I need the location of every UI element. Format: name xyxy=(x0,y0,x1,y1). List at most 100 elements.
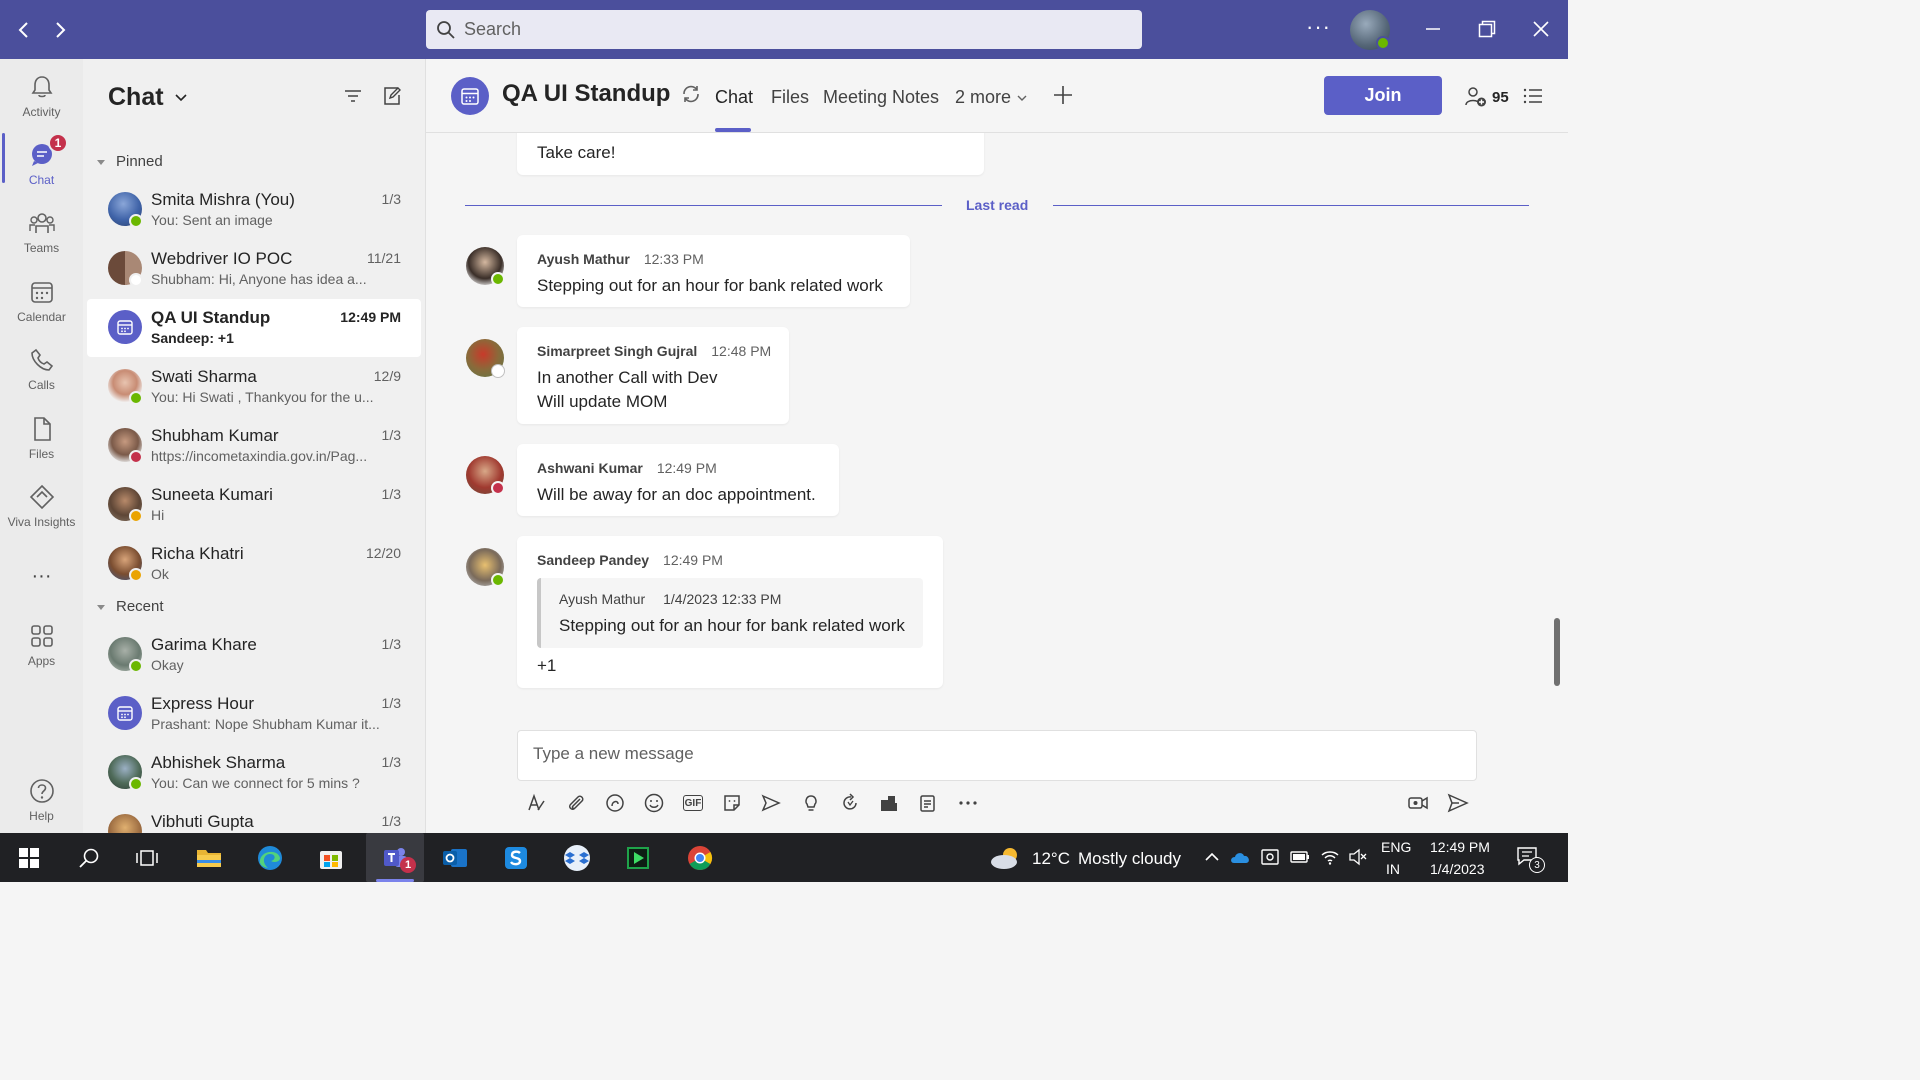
schedule-meeting-button[interactable] xyxy=(760,792,782,814)
chat-list-item[interactable]: Webdriver IO POC Shubham: Hi, Anyone has… xyxy=(87,240,421,298)
chat-preview: You: Hi Swati , Thankyou for the u... xyxy=(151,389,374,405)
weather-description[interactable]: Mostly cloudy xyxy=(1078,849,1181,869)
tab-meeting-notes[interactable]: Meeting Notes xyxy=(823,87,939,108)
minimize-icon xyxy=(1426,28,1440,30)
forms-button[interactable] xyxy=(917,792,939,814)
search-input[interactable] xyxy=(464,19,1104,40)
clock-date[interactable]: 1/4/2023 xyxy=(1430,861,1485,877)
microsoft-store-app[interactable] xyxy=(314,841,348,875)
file-explorer-app[interactable] xyxy=(192,841,226,875)
gif-button[interactable]: GIF xyxy=(683,795,703,811)
outlook-app[interactable] xyxy=(438,841,472,875)
chat-list-item[interactable]: Smita Mishra (You) You: Sent an image 1/… xyxy=(87,181,421,239)
settings-more-button[interactable]: ··· xyxy=(1306,14,1331,40)
input-region[interactable]: IN xyxy=(1386,861,1400,877)
rail-item-chat[interactable]: Chat xyxy=(0,131,83,195)
chat-list-item[interactable]: Vibhuti Gupta 1/3 xyxy=(87,803,421,833)
search-box[interactable] xyxy=(426,10,1142,49)
message-input[interactable] xyxy=(533,744,1433,764)
video-clip-button[interactable] xyxy=(1407,792,1429,814)
taskbar-search-button[interactable] xyxy=(72,841,106,875)
quoted-reply[interactable]: Ayush Mathur 1/4/2023 12:33 PM Stepping o… xyxy=(537,578,923,648)
add-tab-icon[interactable] xyxy=(1051,83,1075,107)
task-view-button[interactable] xyxy=(130,841,164,875)
chat-date: 1/3 xyxy=(381,191,401,207)
loop-refresh-button[interactable] xyxy=(839,792,861,814)
join-button[interactable]: Join xyxy=(1324,76,1442,115)
chat-list-item[interactable]: Swati Sharma You: Hi Swati , Thankyou fo… xyxy=(87,358,421,416)
tab-files[interactable]: Files xyxy=(771,87,809,108)
chat-list-item[interactable]: Garima Khare Okay 1/3 xyxy=(87,626,421,684)
battery-icon[interactable] xyxy=(1289,847,1311,867)
praise-button[interactable] xyxy=(800,792,822,814)
compose-box[interactable] xyxy=(517,730,1477,781)
loop-component-button[interactable] xyxy=(604,792,626,814)
skype-app[interactable] xyxy=(499,841,533,875)
dropbox-app[interactable] xyxy=(560,841,594,875)
message-text: Will update MOM xyxy=(537,392,668,411)
rail-item-teams[interactable]: Teams xyxy=(0,199,83,263)
wifi-icon[interactable] xyxy=(1320,847,1340,867)
chevron-right-icon xyxy=(56,22,66,38)
sticker-button[interactable] xyxy=(721,792,743,814)
chat-list-item[interactable]: Shubham Kumar https://incometaxindia.gov… xyxy=(87,417,421,475)
chat-list-item[interactable]: Abhishek Sharma You: Can we connect for … xyxy=(87,744,421,802)
status-available-icon xyxy=(491,272,505,286)
pinned-section-toggle[interactable]: Pinned xyxy=(96,153,163,170)
tab-more[interactable]: 2 more xyxy=(955,87,1029,108)
chat-list-item[interactable]: Suneeta Kumari Hi 1/3 xyxy=(87,476,421,534)
chevron-down-icon[interactable] xyxy=(173,89,189,105)
scrollbar-thumb[interactable] xyxy=(1554,618,1560,686)
chat-list-item-selected[interactable]: QA UI Standup Sandeep: +1 12:49 PM xyxy=(87,299,421,357)
restore-button[interactable] xyxy=(1469,12,1505,46)
rail-item-calls[interactable]: Calls xyxy=(0,336,83,400)
edge-browser-app[interactable] xyxy=(253,841,287,875)
back-button[interactable] xyxy=(12,16,36,44)
attach-button[interactable] xyxy=(565,792,587,814)
chevron-up-icon[interactable] xyxy=(1202,847,1222,867)
participants-button[interactable]: 95 xyxy=(1464,85,1509,109)
forward-button[interactable] xyxy=(48,16,72,44)
start-button[interactable] xyxy=(12,841,46,875)
status-away-icon xyxy=(129,509,143,523)
avatar xyxy=(108,814,142,833)
quote-author: Ayush Mathur 1/4/2023 12:33 PM xyxy=(559,591,781,607)
rail-item-help[interactable]: Help xyxy=(0,767,83,831)
rail-item-apps[interactable]: Apps xyxy=(0,612,83,676)
rail-item-calendar[interactable]: Calendar xyxy=(0,268,83,332)
minimize-button[interactable] xyxy=(1415,12,1451,46)
rail-item-files[interactable]: Files xyxy=(0,405,83,469)
notification-center-button[interactable]: 3 xyxy=(1516,845,1545,873)
recent-section-toggle[interactable]: Recent xyxy=(96,598,164,615)
emoji-button[interactable] xyxy=(643,792,665,814)
security-icon[interactable] xyxy=(1260,847,1280,867)
approvals-button[interactable] xyxy=(878,792,900,814)
teams-app[interactable]: 1 xyxy=(366,833,424,882)
format-button[interactable] xyxy=(525,792,547,814)
lightbulb-icon xyxy=(805,795,817,811)
rail-item-viva-insights[interactable]: Viva Insights xyxy=(0,473,83,537)
rail-more-apps[interactable]: ··· xyxy=(0,555,83,619)
list-icon[interactable] xyxy=(1522,85,1544,107)
input-language[interactable]: ENG xyxy=(1381,839,1411,855)
weather-temperature[interactable]: 12°C xyxy=(1032,849,1070,869)
close-button[interactable] xyxy=(1523,12,1559,46)
message-list[interactable]: Take care! Last read Ayush Mathur 12:33 P… xyxy=(426,133,1568,725)
tab-chat[interactable]: Chat xyxy=(715,87,753,108)
onedrive-icon[interactable] xyxy=(1230,847,1252,867)
section-label-recent: Recent xyxy=(116,598,164,615)
clock-time[interactable]: 12:49 PM xyxy=(1430,839,1490,855)
chat-list-item[interactable]: Richa Khatri Ok 12/20 xyxy=(87,535,421,593)
chat-list-item[interactable]: Express Hour Prashant: Nope Shubham Kuma… xyxy=(87,685,421,743)
more-tools-button[interactable] xyxy=(957,792,979,814)
chrome-app[interactable] xyxy=(683,841,717,875)
media-player-app[interactable] xyxy=(621,841,655,875)
new-chat-icon[interactable] xyxy=(381,85,403,107)
rail-item-activity[interactable]: Activity xyxy=(0,63,83,127)
edge-icon xyxy=(258,846,282,870)
status-available-icon xyxy=(129,659,143,673)
chat-preview: Okay xyxy=(151,657,184,673)
filter-icon[interactable] xyxy=(342,85,364,107)
send-button[interactable] xyxy=(1447,792,1469,814)
speaker-muted-icon[interactable] xyxy=(1348,847,1368,867)
